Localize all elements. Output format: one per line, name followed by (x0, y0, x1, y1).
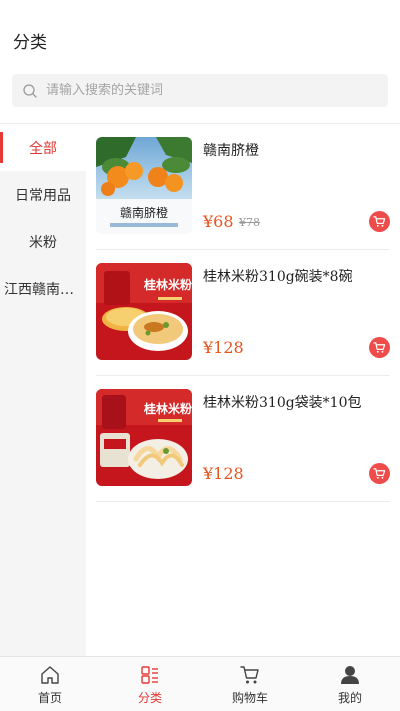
tab-label: 首页 (37, 691, 62, 705)
product-image-text: 桂林米粉 (143, 277, 192, 292)
category-sidebar: 全部 日常用品 米粉 江西赣南脐橙 (0, 124, 86, 656)
product-item[interactable]: 赣南脐橙 赣南脐橙 ¥68 ¥78 (96, 124, 390, 250)
product-name: 赣南脐橙 (203, 143, 259, 159)
navel-orange-image[interactable]: 赣南脐橙 (96, 137, 192, 234)
product-name: 桂林米粉310g袋装*10包 (203, 395, 362, 411)
sidebar-item-all[interactable]: 全部 (0, 124, 86, 171)
sidebar-item-gannan-oranges[interactable]: 江西赣南脐橙 (0, 265, 86, 312)
tab-label: 分类 (137, 691, 162, 705)
tab-cart[interactable]: 购物车 (200, 657, 300, 711)
add-to-cart-button[interactable] (369, 463, 390, 484)
product-item[interactable]: 桂林米粉 桂林米粉310g碗装*8碗 ¥128 (96, 250, 390, 376)
search-icon (23, 83, 37, 98)
product-price: ¥68 (203, 212, 234, 231)
product-image-text: 赣南脐橙 (120, 205, 168, 220)
search-input[interactable] (46, 83, 366, 98)
tab-category[interactable]: 分类 (100, 657, 200, 711)
header: 分类 (0, 0, 400, 78)
rice-noodle-bag-image[interactable]: 桂林米粉 (96, 389, 192, 486)
sidebar-item-label: 全部 (29, 140, 57, 157)
user-icon (341, 666, 359, 684)
sidebar-item-label: 日常用品 (15, 187, 71, 204)
home-icon (41, 666, 59, 684)
search-bar[interactable] (12, 74, 388, 107)
product-original-price: ¥78 (239, 216, 260, 229)
sidebar-item-daily-goods[interactable]: 日常用品 (0, 171, 86, 218)
tab-home[interactable]: 首页 (0, 657, 100, 711)
bottom-tab-bar: 首页 分类 购物车 我的 (0, 656, 400, 711)
cart-icon (373, 468, 386, 479)
product-name: 桂林米粉310g碗装*8碗 (203, 269, 353, 285)
category-icon (141, 666, 158, 684)
rice-noodle-bowl-image[interactable]: 桂林米粉 (96, 263, 192, 360)
cart-icon (373, 216, 386, 227)
sidebar-item-label: 米粉 (29, 234, 57, 251)
product-price: ¥128 (203, 338, 244, 357)
sidebar-item-rice-noodles[interactable]: 米粉 (0, 218, 86, 265)
tab-label: 购物车 (231, 691, 268, 705)
product-item[interactable]: 桂林米粉 桂林米粉310g袋装*10包 ¥128 (96, 376, 390, 502)
tab-profile[interactable]: 我的 (300, 657, 400, 711)
sidebar-item-label: 江西赣南脐橙 (4, 281, 82, 298)
add-to-cart-button[interactable] (369, 211, 390, 232)
cart-icon (240, 666, 259, 684)
tab-label: 我的 (337, 691, 362, 705)
product-list: 赣南脐橙 赣南脐橙 ¥68 ¥78 桂林米粉 桂林米粉310g碗装*8碗 ¥12… (96, 124, 390, 502)
product-image-text: 桂林米粉 (143, 401, 192, 416)
cart-icon (373, 342, 386, 353)
add-to-cart-button[interactable] (369, 337, 390, 358)
product-price: ¥128 (203, 464, 244, 483)
page-title: 分类 (13, 33, 47, 53)
